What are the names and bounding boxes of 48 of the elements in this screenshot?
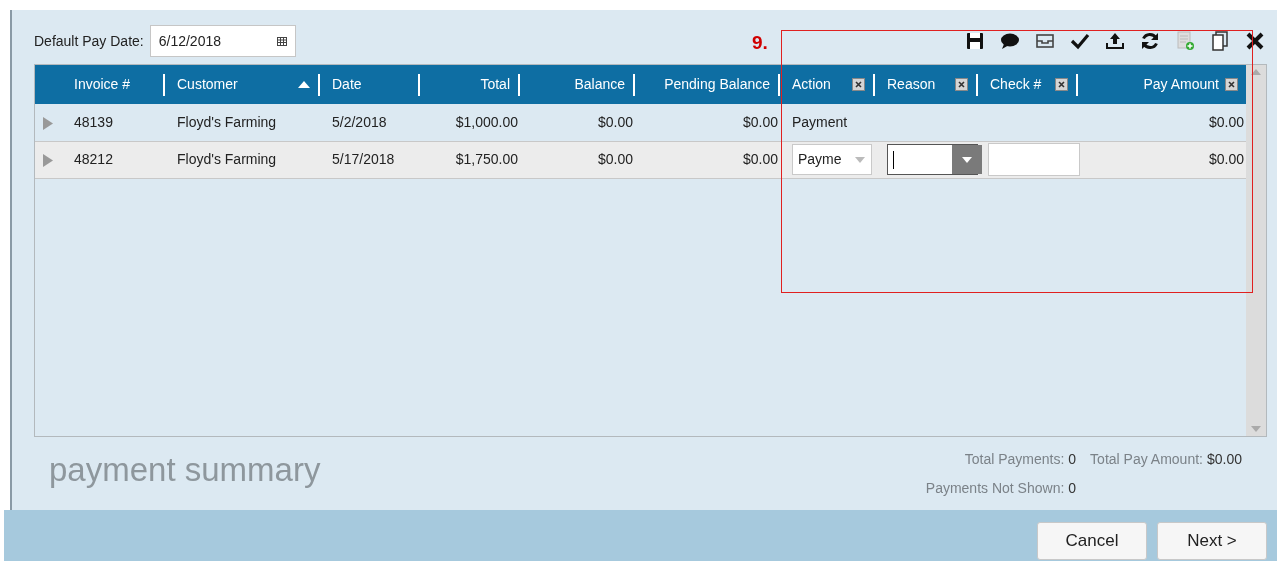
column-header[interactable]: Date	[332, 74, 362, 95]
table-cell: 48212	[74, 151, 113, 167]
tray-icon[interactable]	[1035, 31, 1055, 51]
date-field[interactable]: 6/12/2018	[149, 25, 296, 57]
summary-stat: Total Pay Amount: $0.00	[1090, 450, 1242, 469]
summary-stat: Total Payments: 0	[964, 450, 1077, 469]
dialog-button[interactable]: Next >	[1157, 522, 1267, 560]
action-select[interactable]: Payme	[792, 144, 872, 175]
annotation-label: 9.	[752, 31, 768, 55]
section-title: payment summary	[49, 450, 321, 490]
sort-icon[interactable]	[298, 81, 310, 88]
table-cell: $0.00	[597, 151, 633, 167]
table-cell: $1,000.00	[455, 113, 518, 130]
table-cell: $0.00	[1208, 113, 1244, 130]
table-cell: $0.00	[742, 113, 778, 130]
remove-column-icon[interactable]	[955, 78, 968, 91]
summary-stat: Payments Not Shown: 0	[925, 479, 1077, 498]
table-cell: 5/17/2018	[332, 151, 395, 167]
remove-column-icon[interactable]	[1225, 78, 1238, 91]
scroll-up-icon[interactable]	[1251, 69, 1261, 75]
upload-icon[interactable]	[1105, 31, 1125, 51]
table-cell: 5/2/2018	[332, 113, 387, 130]
table-cell: $0.00	[742, 151, 778, 167]
reason-combo-box[interactable]	[887, 144, 983, 175]
refresh-icon[interactable]	[1140, 31, 1160, 51]
dialog-button[interactable]: Cancel	[1037, 522, 1147, 560]
table-cell: $1,750.00	[455, 151, 518, 167]
remove-column-icon[interactable]	[1055, 78, 1068, 91]
copy-icon[interactable]	[1210, 31, 1230, 51]
check-number-field[interactable]	[988, 143, 1080, 176]
pay-date-label: Default Pay Date:	[34, 31, 144, 51]
calendar-icon[interactable]	[276, 36, 287, 46]
table-row[interactable]: 48212 Floyd's Farming 5/17/2018 $1,750.00 $0.00 $0.00 Payme $0.00	[35, 141, 1246, 178]
table-cell: 48139	[74, 113, 113, 130]
close-icon[interactable]	[1245, 31, 1265, 51]
table-cell: $0.00	[1208, 151, 1244, 167]
table-cell: Payment	[792, 113, 848, 130]
caret-icon[interactable]	[962, 156, 972, 163]
scrollbar[interactable]	[1246, 65, 1266, 436]
remove-column-icon[interactable]	[852, 78, 865, 91]
column-header[interactable]: Total	[480, 74, 510, 95]
save-icon[interactable]	[965, 31, 985, 51]
table-cell: $0.00	[597, 113, 633, 130]
table-cell: Floyd's Farming	[177, 151, 277, 167]
check-icon[interactable]	[1070, 31, 1090, 51]
table-row[interactable]: 48139 Floyd's Farming 5/2/2018 $1,000.00 $0.00 $0.00 Payment $0.00	[35, 104, 1246, 141]
comment-icon[interactable]	[1000, 31, 1020, 51]
table-cell: Floyd's Farming	[177, 113, 277, 130]
